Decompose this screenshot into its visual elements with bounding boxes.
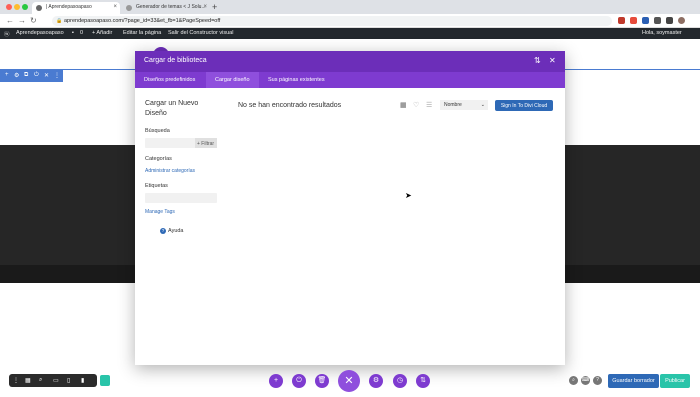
add-module-button[interactable]: + [269, 374, 283, 388]
portability-button[interactable]: ⇅ [416, 374, 430, 388]
close-settings-button[interactable]: ✕ [338, 370, 360, 392]
tab-predefined-layouts[interactable]: Diseños predefinidos [135, 72, 204, 88]
library-modal: Cargar de biblioteca ⇅ ✕ Diseños predefi… [135, 51, 565, 365]
history-button[interactable]: ◷ [393, 374, 407, 388]
comments-count[interactable]: 0 [80, 30, 83, 36]
edit-page-link[interactable]: Editar la página [123, 30, 161, 36]
profile-avatar[interactable] [678, 17, 685, 24]
comments-icon[interactable]: ▪ [72, 30, 74, 36]
tablet-view-icon[interactable]: ▯ [67, 377, 70, 384]
tab-existing-pages[interactable]: Sus páginas existentes [259, 72, 334, 88]
modal-tabs: Diseños predefinidos Cargar diseño Sus p… [135, 72, 565, 88]
browser-tab-active[interactable]: | Aprendepasoapaso × [32, 2, 120, 14]
extension-icon[interactable] [642, 17, 649, 24]
wp-admin-bar: ⓦ Aprendepasoapaso ▪ 0 + Añadir Editar l… [0, 28, 700, 39]
zoom-icon[interactable]: ⌕ [39, 377, 42, 384]
extension-icon[interactable] [630, 17, 637, 24]
tab-load-layout[interactable]: Cargar diseño [206, 72, 259, 88]
help-label: Ayuda [168, 228, 184, 234]
wordpress-icon[interactable]: ⓦ [4, 30, 10, 38]
help-link[interactable]: ? Ayuda [160, 228, 184, 234]
exit-builder-link[interactable]: Salir del Constructor visual [168, 30, 233, 36]
search-icon[interactable]: ⌕ [569, 376, 578, 385]
settings-button[interactable]: ⚙ [369, 374, 383, 388]
close-window-icon[interactable] [6, 4, 12, 10]
layers-icon[interactable] [100, 375, 110, 386]
extension-icon[interactable] [666, 17, 673, 24]
add-new-link[interactable]: + Añadir [92, 30, 112, 36]
extension-icon[interactable] [618, 17, 625, 24]
tab-title: Generador de temas < J Solu... [136, 4, 206, 10]
new-tab-button[interactable]: + [212, 2, 217, 12]
phone-view-icon[interactable]: ▮ [81, 377, 84, 384]
mouse-cursor-icon: ➤ [405, 191, 412, 200]
load-layout-heading: Cargar un Nuevo Diseño [145, 100, 199, 117]
url-input[interactable]: 🔒 aprendepasoapaso.com/?page_id=33&et_fb… [52, 16, 612, 26]
sort-select[interactable]: Nombre ⌄ [440, 100, 488, 110]
greeting-link[interactable]: Hola, soymaster [642, 30, 682, 36]
duplicate-icon[interactable]: ⧉ [24, 72, 28, 79]
reload-button[interactable]: ↻ [30, 16, 37, 25]
builder-view-toolbar: ⋮ ▦ ⌕ ▭ ▯ ▮ [9, 374, 97, 387]
manage-categories-link[interactable]: Administrar categorías [145, 168, 195, 174]
chevron-down-icon: ⌄ [480, 102, 485, 108]
expand-icon[interactable]: ⇅ [534, 56, 541, 65]
search-input[interactable]: + Filtrar [145, 138, 217, 148]
power-icon[interactable]: ⏻ [34, 72, 39, 79]
minimize-window-icon[interactable] [14, 4, 20, 10]
maximize-window-icon[interactable] [22, 4, 28, 10]
publish-button[interactable]: Publicar [660, 374, 690, 388]
row-toolbar: + ⚙ ⧉ ⏻ ✕ ⋮ [0, 70, 63, 82]
search-label: Búsqueda [145, 128, 170, 134]
tab-title: | Aprendepasoapaso [46, 4, 92, 10]
divi-cloud-signin-button[interactable]: Sign In To Divi Cloud [495, 100, 553, 111]
address-bar-row: ← → ↻ 🔒 aprendepasoapaso.com/?page_id=33… [0, 14, 700, 28]
browser-tab-bar: | Aprendepasoapaso × Generador de temas … [0, 0, 700, 14]
manage-tags-link[interactable]: Manage Tags [145, 209, 175, 215]
lock-icon: 🔒 [56, 18, 63, 24]
gear-icon[interactable]: ⚙ [14, 72, 19, 79]
more-icon[interactable]: ⋮ [54, 72, 60, 79]
favicon-icon [126, 5, 132, 11]
browser-tab[interactable]: Generador de temas < J Solu... × [122, 2, 210, 14]
wireframe-icon[interactable]: ▦ [25, 377, 31, 384]
desktop-view-icon[interactable]: ▭ [53, 377, 59, 384]
close-icon[interactable]: ✕ [549, 56, 556, 65]
modal-title: Cargar de biblioteca [144, 57, 207, 64]
tags-input[interactable] [145, 193, 217, 203]
categories-label: Categorías [145, 156, 172, 162]
sort-value: Nombre [444, 102, 462, 108]
extension-icon[interactable] [654, 17, 661, 24]
back-button[interactable]: ← [6, 16, 14, 25]
close-tab-icon[interactable]: × [113, 4, 117, 10]
favorites-icon[interactable]: ♡ [413, 101, 419, 109]
close-tab-icon[interactable]: × [203, 4, 207, 10]
keyboard-icon[interactable]: ⌨ [581, 376, 590, 385]
save-draft-button[interactable]: Guardar borrador [608, 374, 659, 388]
grid-view-icon[interactable]: ▦ [400, 101, 407, 109]
power-button[interactable]: ⏻ [292, 374, 306, 388]
help-icon: ? [160, 228, 166, 234]
no-results-message: No se han encontrado resultados [238, 102, 342, 109]
help-icon[interactable]: ? [593, 376, 602, 385]
add-icon[interactable]: + [5, 72, 9, 78]
modal-header: Cargar de biblioteca ⇅ ✕ [135, 51, 565, 72]
url-text: aprendepasoapaso.com/?page_id=33&et_fb=1… [64, 18, 221, 24]
tags-label: Etiquetas [145, 183, 168, 189]
trash-icon[interactable]: ✕ [44, 72, 49, 79]
trash-button[interactable]: 🗑 [315, 374, 329, 388]
list-view-icon[interactable]: ☰ [426, 101, 432, 109]
favicon-icon [36, 5, 42, 11]
filter-button[interactable]: + Filtrar [195, 138, 217, 148]
more-icon[interactable]: ⋮ [13, 377, 19, 384]
forward-button[interactable]: → [18, 16, 26, 25]
site-name-link[interactable]: Aprendepasoapaso [16, 30, 64, 36]
